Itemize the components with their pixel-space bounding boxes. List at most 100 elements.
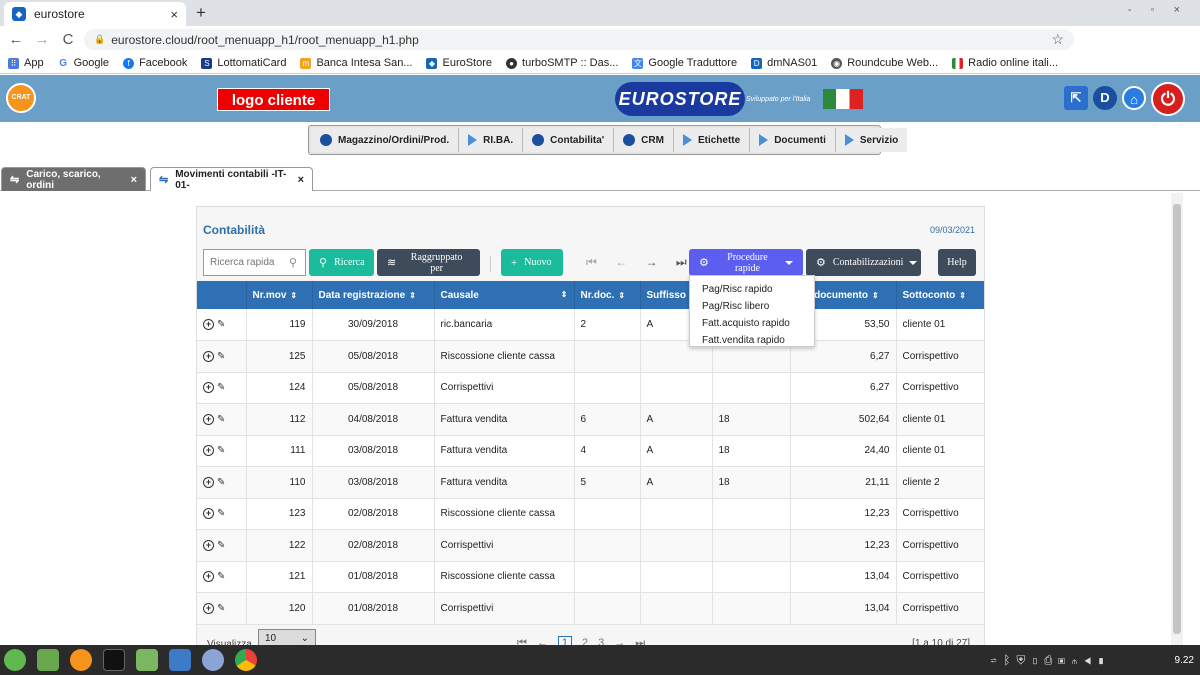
edit-icon[interactable]: ✎ xyxy=(217,445,225,456)
next-page-icon[interactable]: → xyxy=(646,255,658,269)
edit-icon[interactable]: ✎ xyxy=(217,540,225,551)
contabilizzazioni-button[interactable]: ⚙ Contabilizzazioni xyxy=(806,249,921,276)
menu-item-servizio[interactable]: Servizio xyxy=(835,128,908,152)
procedure-rapide-button[interactable]: ⚙ Procedure rapide xyxy=(689,249,803,276)
menu-item-etichette[interactable]: Etichette xyxy=(673,128,751,152)
col-data[interactable]: Data registrazione ⇕ xyxy=(312,281,435,309)
menu-item-pag-risc-rapido[interactable]: Pag/Risc rapido xyxy=(690,280,814,297)
bookmark-facebook[interactable]: f Facebook xyxy=(123,57,187,69)
network-icon[interactable]: ⇌ xyxy=(990,653,1003,667)
bookmark-google[interactable]: G Google xyxy=(57,57,109,69)
app-logo[interactable]: CRAT xyxy=(6,83,36,113)
files-icon[interactable] xyxy=(136,649,158,671)
last-page-icon[interactable]: ⏭ xyxy=(676,255,687,269)
window-controls[interactable]: - ◦ × xyxy=(1128,4,1188,16)
bookmark-dmnas01[interactable]: DdmNAS01 xyxy=(751,57,817,69)
menu-item-fatt-vendita-rapido[interactable]: Fatt.vendita rapido xyxy=(690,331,814,348)
firefox-icon[interactable] xyxy=(70,649,92,671)
terminal-icon[interactable] xyxy=(103,649,125,671)
first-page-icon[interactable]: ⏮ xyxy=(586,255,597,269)
help-button[interactable]: Help xyxy=(938,249,976,276)
expand-icon[interactable]: + xyxy=(203,445,214,457)
nuovo-button[interactable]: + Nuovo xyxy=(501,249,563,276)
tab-carico-scarico[interactable]: ⇋ Carico, scarico, ordini × xyxy=(1,167,146,191)
menu-item-contabilita[interactable]: Contabilita' xyxy=(523,128,615,152)
update-icon[interactable]: ▣ xyxy=(1058,653,1071,667)
table-row[interactable]: + ✎ 112 04/08/2018 Fattura vendita 6 A 18 502,64… xyxy=(197,403,984,436)
bookmark-turbosmtp[interactable]: ● turboSMTP :: Das... xyxy=(506,57,618,69)
url-bar[interactable]: 🔒 eurostore.cloud/root_menuapp_h1/root_m… xyxy=(84,29,1074,50)
lan-icon[interactable]: ⋔ xyxy=(1071,653,1084,667)
forward-button[interactable]: → xyxy=(32,31,52,48)
expand-icon[interactable]: + xyxy=(203,539,214,551)
table-row[interactable]: + ✎ 123 02/08/2018 Riscossione cliente cassa… xyxy=(197,498,984,530)
external-link-icon[interactable]: ⇱ xyxy=(1064,86,1088,110)
expand-icon[interactable]: + xyxy=(203,476,214,488)
edit-icon[interactable]: ✎ xyxy=(217,382,225,393)
bookmark-google-translate[interactable]: 文 Google Traduttore xyxy=(632,57,737,69)
expand-icon[interactable]: + xyxy=(203,319,214,330)
battery-icon[interactable]: ▮ xyxy=(1097,653,1110,667)
d-logo-icon[interactable]: D xyxy=(1093,86,1117,110)
edit-icon[interactable]: ✎ xyxy=(217,508,225,519)
col-nrdoc[interactable]: Nr.doc. ⇕ xyxy=(574,281,641,309)
scrollbar-thumb[interactable] xyxy=(1173,204,1181,634)
software-icon[interactable] xyxy=(169,649,191,671)
chrome-icon[interactable] xyxy=(235,649,257,671)
bookmark-eurostore[interactable]: ◆ EuroStore xyxy=(426,57,492,69)
mint-menu-icon[interactable] xyxy=(4,649,26,671)
browser-tab[interactable]: ◆ eurostore × xyxy=(4,2,186,26)
table-row[interactable]: + ✎ 120 01/08/2018 Corrispettivi 13,04 Corrisp… xyxy=(197,592,984,625)
table-row[interactable]: + ✎ 124 05/08/2018 Corrispettivi 6,27 Corrispe… xyxy=(197,372,984,404)
bookmark-star-icon[interactable]: ☆ xyxy=(1051,31,1064,48)
power-button[interactable]: ⏻ xyxy=(1151,82,1185,116)
edit-icon[interactable]: ✎ xyxy=(217,414,225,425)
volume-icon[interactable]: ◀ xyxy=(1084,653,1097,667)
menu-item-magazzino[interactable]: Magazzino/Ordini/Prod. xyxy=(311,128,460,152)
table-row[interactable]: + ✎ 119 30/09/2018 ric.bancaria 2 A 53,50 client… xyxy=(197,309,984,341)
expand-icon[interactable]: + xyxy=(203,382,214,394)
bookmark-apps[interactable]: ⠿ App xyxy=(8,57,44,69)
edit-icon[interactable]: ✎ xyxy=(217,319,225,330)
new-tab-button[interactable]: + xyxy=(196,3,206,23)
menu-item-riba[interactable]: RI.BA. xyxy=(459,128,524,152)
col-causale[interactable]: Causale ⇕ xyxy=(434,281,575,309)
menu-item-pag-risc-libero[interactable]: Pag/Risc libero xyxy=(690,297,814,314)
bookmark-lottomaticard[interactable]: S LottomatiCard xyxy=(201,57,286,69)
prev-page-icon[interactable]: ← xyxy=(615,255,627,269)
expand-icon[interactable]: + xyxy=(203,350,214,362)
reload-button[interactable]: C xyxy=(58,31,78,48)
col-nrmov[interactable]: Nr.mov ⇕ xyxy=(246,281,313,309)
search-icon[interactable]: ⚲ xyxy=(289,256,297,269)
edit-icon[interactable]: ✎ xyxy=(217,351,225,362)
bookmark-banca-intesa[interactable]: m Banca Intesa San... xyxy=(300,57,412,69)
tab-movimenti-contabili[interactable]: ⇋ Movimenti contabili -IT-01- × xyxy=(150,167,313,191)
table-row[interactable]: + ✎ 122 02/08/2018 Corrispettivi 12,23 Corrisp… xyxy=(197,529,984,562)
col-sottoconto[interactable]: Sottoconto ⇕ xyxy=(896,281,984,309)
table-row[interactable]: + ✎ 125 05/08/2018 Riscossione cliente cassa… xyxy=(197,340,984,373)
menu-item-fatt-acquisto-rapido[interactable]: Fatt.acquisto rapido xyxy=(690,314,814,331)
edit-icon[interactable]: ✎ xyxy=(217,477,225,488)
shield-icon[interactable]: ⛨ xyxy=(1016,653,1031,667)
back-button[interactable]: ← xyxy=(6,31,26,48)
table-row[interactable]: + ✎ 121 01/08/2018 Riscossione cliente cassa… xyxy=(197,561,984,593)
edit-icon[interactable]: ✎ xyxy=(217,571,225,582)
close-tab-icon[interactable]: × xyxy=(170,7,178,22)
expand-icon[interactable]: + xyxy=(203,508,214,520)
close-tab-icon[interactable]: × xyxy=(131,174,137,186)
ricerca-button[interactable]: ⚲ Ricerca xyxy=(309,249,374,276)
clipboard-icon[interactable]: ▯ xyxy=(1031,653,1044,667)
home-icon[interactable]: ⌂ xyxy=(1122,86,1146,110)
table-row[interactable]: + ✎ 110 03/08/2018 Fattura vendita 5 A 18 21,11 c… xyxy=(197,466,984,499)
desktop-icon[interactable] xyxy=(37,649,59,671)
table-row[interactable]: + ✎ 111 03/08/2018 Fattura vendita 4 A 18 24,40 c… xyxy=(197,435,984,467)
page-scrollbar[interactable] xyxy=(1171,193,1183,645)
bluetooth-icon[interactable]: ᛒ xyxy=(1003,653,1016,667)
raggruppato-button[interactable]: ≋ Raggruppato per xyxy=(377,249,480,276)
expand-icon[interactable]: + xyxy=(203,571,214,583)
bookmark-roundcube[interactable]: ◉ Roundcube Web... xyxy=(831,57,938,69)
printer-icon[interactable]: ⎙ xyxy=(1045,653,1058,667)
bookmark-radio[interactable]: Radio online itali... xyxy=(952,57,1058,69)
menu-item-crm[interactable]: CRM xyxy=(614,128,674,152)
edit-icon[interactable]: ✎ xyxy=(217,603,225,614)
